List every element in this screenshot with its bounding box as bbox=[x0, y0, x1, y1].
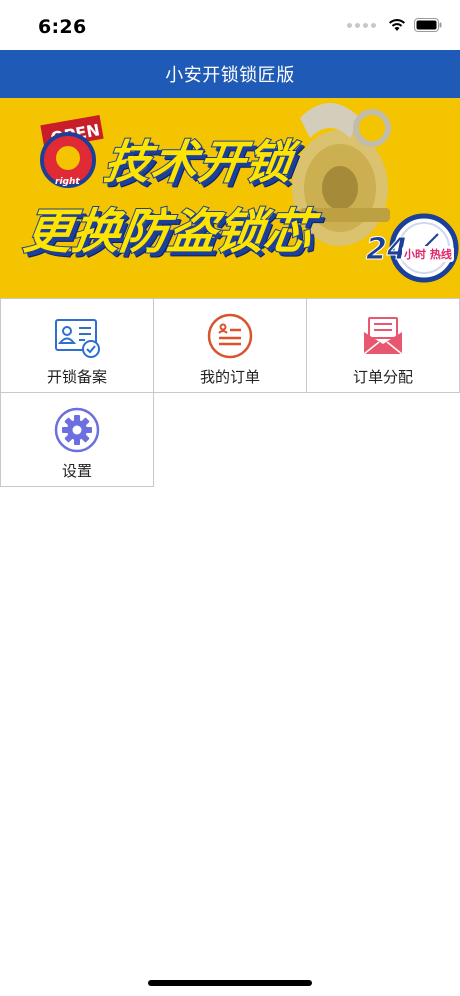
menu-label: 订单分配 bbox=[352, 368, 413, 386]
status-indicators bbox=[347, 18, 442, 32]
menu-label: 我的订单 bbox=[199, 368, 260, 386]
status-bar: 6:26 bbox=[0, 0, 460, 50]
nav-bar: 小安开锁锁匠版 bbox=[0, 50, 460, 98]
menu-label: 开锁备案 bbox=[46, 368, 107, 386]
home-indicator[interactable] bbox=[148, 980, 312, 986]
page-title: 小安开锁锁匠版 bbox=[165, 65, 295, 86]
hotline-label: 小时 热线 bbox=[402, 246, 454, 262]
menu-label: 设置 bbox=[61, 462, 92, 480]
envelope-icon bbox=[363, 317, 403, 355]
promo-banner[interactable]: OPEN right 技术开锁 更换防盗锁芯 24 小时 热线 bbox=[0, 98, 460, 298]
wifi-icon bbox=[389, 19, 405, 31]
gear-icon bbox=[54, 407, 100, 453]
battery-icon bbox=[414, 18, 442, 32]
banner-headline: 技术开锁 bbox=[100, 134, 298, 190]
status-time: 6:26 bbox=[38, 16, 87, 38]
menu-item-order-assign[interactable]: 订单分配 bbox=[306, 298, 460, 393]
banner-subheadline: 更换防盗锁芯 bbox=[19, 203, 317, 261]
id-card-check-icon bbox=[55, 319, 100, 358]
menu-item-lock-registration[interactable]: 开锁备案 bbox=[0, 298, 154, 393]
signal-dots-icon bbox=[347, 22, 376, 28]
svg-text:right: right bbox=[55, 177, 80, 187]
order-list-icon bbox=[207, 313, 253, 359]
menu-item-settings[interactable]: 设置 bbox=[0, 392, 154, 487]
menu-item-my-orders[interactable]: 我的订单 bbox=[153, 298, 307, 393]
